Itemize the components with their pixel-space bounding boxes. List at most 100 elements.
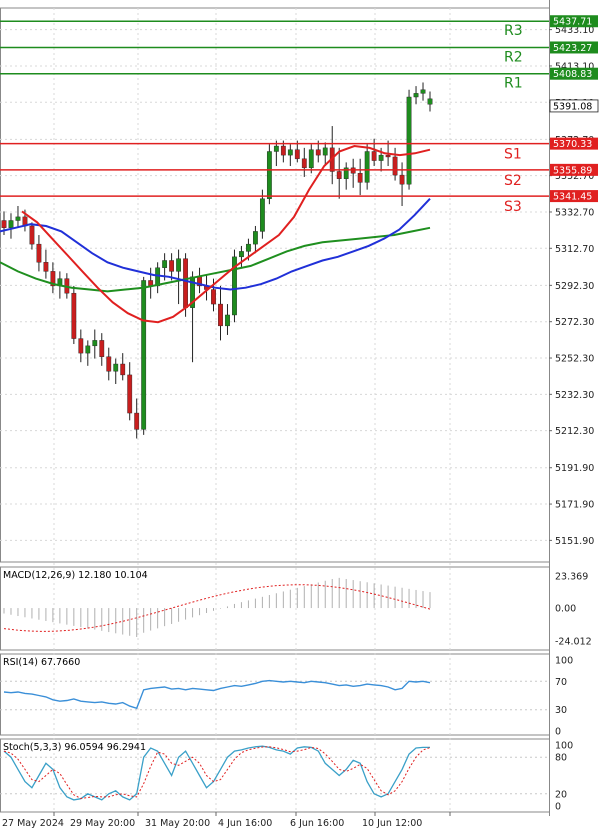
candle-body <box>36 243 42 263</box>
y-tick-label: 5212.30 <box>555 426 594 437</box>
candle-body <box>218 303 223 327</box>
candle-body <box>8 220 14 228</box>
x-tick-label: 4 Jun 16:00 <box>218 818 272 829</box>
stoch-d-line <box>3 746 431 800</box>
x-tick-label: 29 May 20:00 <box>70 818 135 829</box>
y-tick-label: 5171.90 <box>555 500 594 511</box>
level-label-r3: R3 <box>504 23 523 39</box>
level-label-s2: S2 <box>504 173 522 189</box>
stoch-y-tick: 80 <box>555 753 567 764</box>
macd-label: MACD(12,26,9) 12.180 10.104 <box>3 570 148 581</box>
candle-body <box>294 149 300 159</box>
macd-y-tick: -24.012 <box>555 637 592 648</box>
candle-body <box>385 154 391 158</box>
y-tick-label: 5151.90 <box>555 536 594 547</box>
candle-body <box>266 151 272 199</box>
candle-body <box>259 198 265 232</box>
candle-body <box>308 149 314 169</box>
rsi-y-tick: 70 <box>555 677 567 688</box>
rsi-label: RSI(14) 67.7660 <box>3 657 80 668</box>
candle-body <box>43 262 49 272</box>
candle-body <box>71 292 77 339</box>
level-price-s2: 5355.89 <box>553 165 592 176</box>
level-price-r3: 5437.71 <box>553 17 592 28</box>
level-label-r2: R2 <box>504 49 523 65</box>
candle-body <box>1 220 7 228</box>
y-tick-label: 5191.90 <box>555 463 594 474</box>
stoch-y-tick: 0 <box>555 802 561 813</box>
level-price-r1: 5408.83 <box>553 69 592 80</box>
y-tick-label: 5232.30 <box>555 390 594 401</box>
candle-body <box>427 98 433 105</box>
y-tick-label: 5252.30 <box>555 354 594 365</box>
candle-body <box>99 340 105 357</box>
x-tick-label: 6 Jun 16:00 <box>290 818 344 829</box>
candle-body <box>78 338 84 354</box>
candle-body <box>315 149 321 156</box>
candle-body <box>120 363 126 376</box>
stoch-y-tick: 100 <box>555 741 573 752</box>
candle-body <box>273 145 279 152</box>
candle-body <box>239 251 244 258</box>
candle-body <box>15 216 21 221</box>
rsi-line <box>3 679 431 710</box>
candle-body <box>253 231 258 245</box>
candle-body <box>392 156 398 176</box>
macd-y-tick: 23.369 <box>555 572 588 583</box>
candle-body <box>364 151 370 183</box>
stoch-y-tick: 20 <box>555 789 567 800</box>
rsi-y-tick: 100 <box>555 656 573 667</box>
candle-body <box>378 154 384 161</box>
candle-body <box>301 158 307 169</box>
candle-body <box>420 89 426 94</box>
candle-body <box>29 225 35 245</box>
macd-y-tick: 0.00 <box>555 604 576 615</box>
level-label-s1: S1 <box>504 147 522 163</box>
candle-body <box>127 374 133 414</box>
candle-body <box>169 260 175 272</box>
candle-body <box>280 145 286 156</box>
rsi-y-tick: 30 <box>555 705 567 716</box>
y-tick-label: 5272.30 <box>555 317 594 328</box>
candle-body <box>336 171 342 179</box>
chart-canvas: 5433.105413.105393.105372.705352.705332.… <box>0 0 599 829</box>
candle-body <box>413 93 419 98</box>
candle-body <box>113 363 119 372</box>
macd-signal-line <box>3 584 431 632</box>
level-price-s3: 5341.45 <box>553 192 592 203</box>
level-label-r1: R1 <box>504 76 523 92</box>
y-tick-label: 5312.70 <box>555 244 594 255</box>
candle-body <box>211 289 216 305</box>
stoch-label: Stoch(5,3,3) 96.0594 96.2941 <box>3 742 146 753</box>
candle-body <box>155 267 161 287</box>
candle-body <box>371 151 377 161</box>
candle-body <box>106 356 112 372</box>
candle-body <box>183 258 188 308</box>
candle-body <box>92 340 98 347</box>
x-tick-label: 10 Jun 12:00 <box>362 818 422 829</box>
x-tick-label: 31 May 20:00 <box>145 818 210 829</box>
candle-body <box>246 243 251 252</box>
candle-body <box>225 314 230 327</box>
candle-body <box>399 174 405 185</box>
candle-body <box>176 258 181 272</box>
candle-body <box>141 280 147 430</box>
y-tick-label: 5332.70 <box>555 207 594 218</box>
chart: 5433.105413.105393.105372.705352.705332.… <box>0 0 600 831</box>
level-price-s1: 5370.33 <box>553 139 592 150</box>
level-label-s3: S3 <box>504 199 522 215</box>
candle-body <box>406 96 412 185</box>
candle-body <box>85 345 91 354</box>
rsi-y-tick: 0 <box>555 727 561 738</box>
level-price-r2: 5423.27 <box>553 43 592 54</box>
y-tick-label: 5292.30 <box>555 281 594 292</box>
candle-body <box>357 173 363 183</box>
pane-border-rsi <box>0 653 550 736</box>
candle-body <box>322 147 328 156</box>
x-tick-label: 27 May 2024 <box>2 818 64 829</box>
current-price-label: 5391.08 <box>553 101 592 112</box>
candle-body <box>134 412 140 430</box>
stoch-k-line <box>3 745 430 801</box>
candle-body <box>287 149 293 156</box>
candle-body <box>162 260 168 268</box>
